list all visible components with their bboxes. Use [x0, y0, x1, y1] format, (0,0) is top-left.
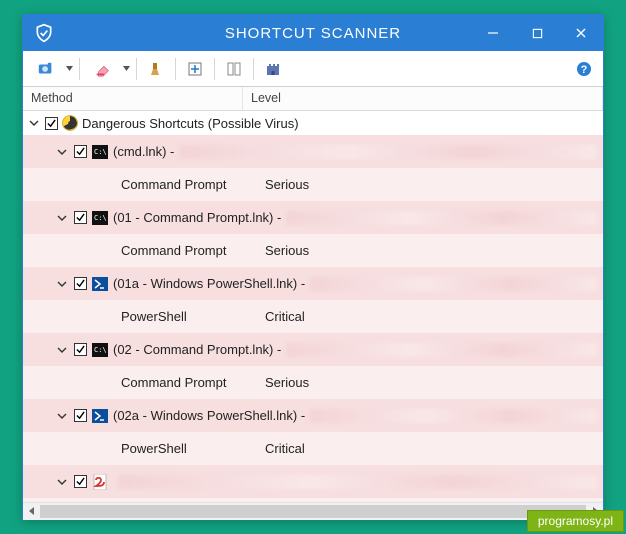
cmd-icon: C:\: [92, 342, 108, 358]
root-checkbox[interactable]: [45, 117, 58, 130]
brush-button[interactable]: [143, 56, 169, 82]
chevron-down-icon[interactable]: [55, 211, 69, 225]
tree-item-detail: Command PromptSerious: [23, 366, 603, 399]
item-checkbox[interactable]: [74, 343, 87, 356]
chevron-down-icon[interactable]: [55, 343, 69, 357]
item-level: Serious: [265, 375, 309, 390]
item-level: Critical: [265, 441, 305, 456]
item-checkbox[interactable]: [74, 409, 87, 422]
item-level: Critical: [265, 309, 305, 324]
tree-item: C:\ (01 - Command Prompt.lnk) - Command Pr…: [23, 201, 603, 267]
tree-root-row[interactable]: Dangerous Shortcuts (Possible Virus): [23, 111, 603, 135]
item-filename: (02a - Windows PowerShell.lnk) -: [113, 408, 305, 423]
horizontal-scrollbar[interactable]: [23, 502, 603, 519]
tree-item-row[interactable]: C:\ (02 - Command Prompt.lnk) -: [23, 333, 603, 366]
tree-item-detail: Command PromptSerious: [23, 168, 603, 201]
tree-item-row[interactable]: (01a - Windows PowerShell.lnk) -: [23, 267, 603, 300]
pdf-icon: [92, 474, 108, 490]
tree-item: C:\ (02 - Command Prompt.lnk) - Command Pr…: [23, 333, 603, 399]
item-method: Command Prompt: [121, 177, 265, 192]
add-button[interactable]: [182, 56, 208, 82]
chevron-down-icon[interactable]: [27, 116, 41, 130]
redacted-path: [286, 211, 597, 225]
svg-text:C:\: C:\: [94, 214, 107, 222]
column-headers: Method Level: [23, 87, 603, 111]
redacted-path: [310, 409, 597, 423]
item-filename: (cmd.lnk) -: [113, 144, 174, 159]
watermark: programosy.pl: [527, 510, 624, 532]
item-checkbox[interactable]: [74, 475, 87, 488]
chevron-down-icon[interactable]: [55, 145, 69, 159]
chevron-down-icon[interactable]: [55, 409, 69, 423]
titlebar: SHORTCUT SCANNER: [23, 15, 603, 51]
column-method[interactable]: Method: [23, 87, 243, 110]
columns-button[interactable]: [221, 56, 247, 82]
tree-item: (02a - Windows PowerShell.lnk) - PowerShe…: [23, 399, 603, 465]
scrollbar-track[interactable]: [40, 503, 586, 520]
item-filename: (01a - Windows PowerShell.lnk) -: [113, 276, 305, 291]
close-button[interactable]: [559, 15, 603, 51]
svg-text:C:\: C:\: [94, 346, 107, 354]
tree-item-detail: [23, 498, 603, 502]
item-level: Serious: [265, 177, 309, 192]
root-label: Dangerous Shortcuts (Possible Virus): [82, 116, 299, 131]
tree-item-row[interactable]: C:\ (01 - Command Prompt.lnk) -: [23, 201, 603, 234]
results-tree: Dangerous Shortcuts (Possible Virus) C:\…: [23, 111, 603, 502]
erase-dropdown[interactable]: [122, 66, 130, 71]
scan-dropdown[interactable]: [65, 66, 73, 71]
chevron-down-icon[interactable]: [55, 475, 69, 489]
cmd-icon: C:\: [92, 210, 108, 226]
item-method: Command Prompt: [121, 243, 265, 258]
tree-item-detail: PowerShellCritical: [23, 432, 603, 465]
erase-button[interactable]: [86, 56, 120, 82]
redacted-path: [286, 343, 597, 357]
scan-button[interactable]: [29, 56, 63, 82]
redacted-path: [310, 277, 597, 291]
toolbar: ?: [23, 51, 603, 87]
redacted-path: [179, 145, 597, 159]
scrollbar-thumb[interactable]: [40, 505, 586, 518]
column-level[interactable]: Level: [243, 87, 603, 110]
item-checkbox[interactable]: [74, 277, 87, 290]
tree-item-detail: Command PromptSerious: [23, 234, 603, 267]
item-level: Serious: [265, 243, 309, 258]
redacted-path: [118, 475, 597, 489]
item-checkbox[interactable]: [74, 211, 87, 224]
castle-button[interactable]: [260, 56, 286, 82]
tree-item-detail: PowerShellCritical: [23, 300, 603, 333]
cmd-icon: C:\: [92, 144, 108, 160]
app-window: SHORTCUT SCANNER: [22, 14, 604, 520]
item-filename: (01 - Command Prompt.lnk) -: [113, 210, 281, 225]
tree-item-row[interactable]: (02a - Windows PowerShell.lnk) -: [23, 399, 603, 432]
tree-item: [23, 465, 603, 502]
scroll-left-button[interactable]: [23, 503, 40, 520]
ps-icon: [92, 276, 108, 292]
svg-text:?: ?: [581, 64, 588, 76]
ps-icon: [92, 408, 108, 424]
item-method: PowerShell: [121, 309, 265, 324]
item-method: PowerShell: [121, 441, 265, 456]
tree-item-row[interactable]: C:\ (cmd.lnk) -: [23, 135, 603, 168]
chevron-down-icon[interactable]: [55, 277, 69, 291]
shield-icon: [33, 22, 55, 44]
tree-item-row[interactable]: [23, 465, 603, 498]
svg-text:C:\: C:\: [94, 148, 107, 156]
maximize-button[interactable]: [515, 15, 559, 51]
item-checkbox[interactable]: [74, 145, 87, 158]
tree-item: (01a - Windows PowerShell.lnk) - PowerShe…: [23, 267, 603, 333]
help-button[interactable]: ?: [571, 56, 597, 82]
tree-item: C:\ (cmd.lnk) - Command PromptSerious: [23, 135, 603, 201]
item-filename: (02 - Command Prompt.lnk) -: [113, 342, 281, 357]
radioactive-icon: [62, 115, 78, 131]
minimize-button[interactable]: [471, 15, 515, 51]
item-method: Command Prompt: [121, 375, 265, 390]
